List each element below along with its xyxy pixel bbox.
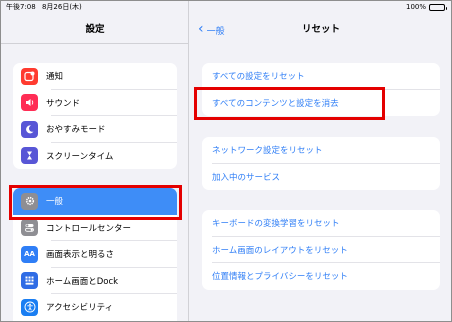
reset-all-settings-button[interactable]: すべての設定をリセット [202, 63, 440, 90]
reset-item-label: ネットワーク設定をリセット [212, 146, 323, 157]
reset-detail-pane: リセット ‹ 一般 すべての設定をリセット すべてのコンテンツと設定を消去 ネッ… [190, 1, 451, 321]
sidebar-group-notifications: 通知 サウンド おやすみモード スクリーンタイム [13, 63, 177, 169]
erase-all-content-button[interactable]: すべてのコンテンツと設定を消去 [202, 90, 440, 117]
moon-icon [21, 120, 38, 138]
sidebar-item-label: 通知 [46, 72, 64, 83]
sidebar-item-notifications[interactable]: 通知 [13, 63, 177, 90]
sidebar-group-general: 一般 コントロールセンター AA 画面表示と明るさ ホーム画面とDock アクセ… [13, 188, 177, 321]
speaker-icon [21, 94, 38, 112]
sidebar-item-label: スクリーンタイム [46, 151, 114, 162]
sidebar-item-label: ホーム画面とDock [46, 276, 119, 287]
battery-percent: 100% [405, 3, 426, 11]
toggle-icon [21, 219, 38, 237]
reset-group-settings: すべての設定をリセット すべてのコンテンツと設定を消去 [202, 63, 440, 116]
sidebar-item-label: サウンド [46, 98, 81, 109]
sidebar-item-label: 一般 [46, 197, 64, 208]
reset-item-label: 加入中のサービス [212, 172, 281, 183]
sidebar-item-home-screen-dock[interactable]: ホーム画面とDock [13, 268, 177, 294]
reset-location-privacy-button[interactable]: 位置情報とプライバシーをリセット [202, 263, 440, 290]
reset-home-screen-layout-button[interactable]: ホーム画面のレイアウトをリセット [202, 237, 440, 263]
reset-group-network: ネットワーク設定をリセット 加入中のサービス [202, 137, 440, 190]
reset-item-label: 位置情報とプライバシーをリセット [212, 272, 348, 283]
sidebar-item-control-center[interactable]: コントロールセンター [13, 215, 177, 241]
sidebar-header-divider [1, 43, 189, 44]
settings-sidebar: 設定 通知 サウンド おやすみモード スクリーンタイム 一般 コントロールセンタ… [1, 1, 189, 321]
status-time: 午後7:08 [6, 3, 36, 11]
reset-network-settings-button[interactable]: ネットワーク設定をリセット [202, 137, 440, 164]
sidebar-item-general[interactable]: 一般 [13, 188, 177, 215]
reset-group-keyboard-layout: キーボードの変換学習をリセット ホーム画面のレイアウトをリセット 位置情報とプラ… [202, 210, 440, 290]
chevron-left-icon: ‹ [198, 21, 204, 37]
sidebar-item-do-not-disturb[interactable]: おやすみモード [13, 116, 177, 143]
reset-item-label: ホーム画面のレイアウトをリセット [212, 245, 348, 256]
battery-icon [429, 4, 447, 11]
sidebar-item-display-brightness[interactable]: AA 画面表示と明るさ [13, 241, 177, 268]
hourglass-icon [21, 147, 38, 165]
status-bar: 午後7:08 8月26日(木) 100% [1, 1, 451, 14]
ipad-screen: 設定 通知 サウンド おやすみモード スクリーンタイム 一般 コントロールセンタ… [0, 0, 452, 322]
sidebar-item-screen-time[interactable]: スクリーンタイム [13, 143, 177, 170]
reset-item-label: すべてのコンテンツと設定を消去 [212, 98, 339, 109]
subscribed-services-button[interactable]: 加入中のサービス [202, 164, 440, 191]
sidebar-item-sounds[interactable]: サウンド [13, 90, 177, 116]
gear-icon [21, 192, 38, 210]
notification-icon [21, 67, 38, 85]
sidebar-item-label: アクセシビリティ [46, 303, 114, 314]
sidebar-item-accessibility[interactable]: アクセシビリティ [13, 294, 177, 321]
sidebar-title: 設定 [85, 24, 105, 35]
reset-item-label: キーボードの変換学習をリセット [212, 219, 340, 230]
status-time-date: 午後7:08 8月26日(木) [6, 1, 82, 14]
home-grid-icon [21, 272, 38, 290]
back-button-label: 一般 [206, 26, 225, 37]
text-size-icon: AA [21, 245, 38, 263]
reset-item-label: すべての設定をリセット [212, 72, 305, 83]
page-title: リセット [301, 24, 340, 35]
back-button[interactable]: ‹ 一般 [198, 19, 225, 41]
sidebar-item-label: 画面表示と明るさ [46, 250, 115, 261]
sidebar-item-label: コントロールセンター [46, 223, 132, 234]
accessibility-icon [21, 298, 38, 316]
sidebar-item-label: おやすみモード [46, 125, 106, 136]
status-date: 8月26日(木) [41, 3, 82, 11]
reset-keyboard-dictionary-button[interactable]: キーボードの変換学習をリセット [202, 210, 440, 237]
status-indicators: 100% [405, 1, 447, 14]
